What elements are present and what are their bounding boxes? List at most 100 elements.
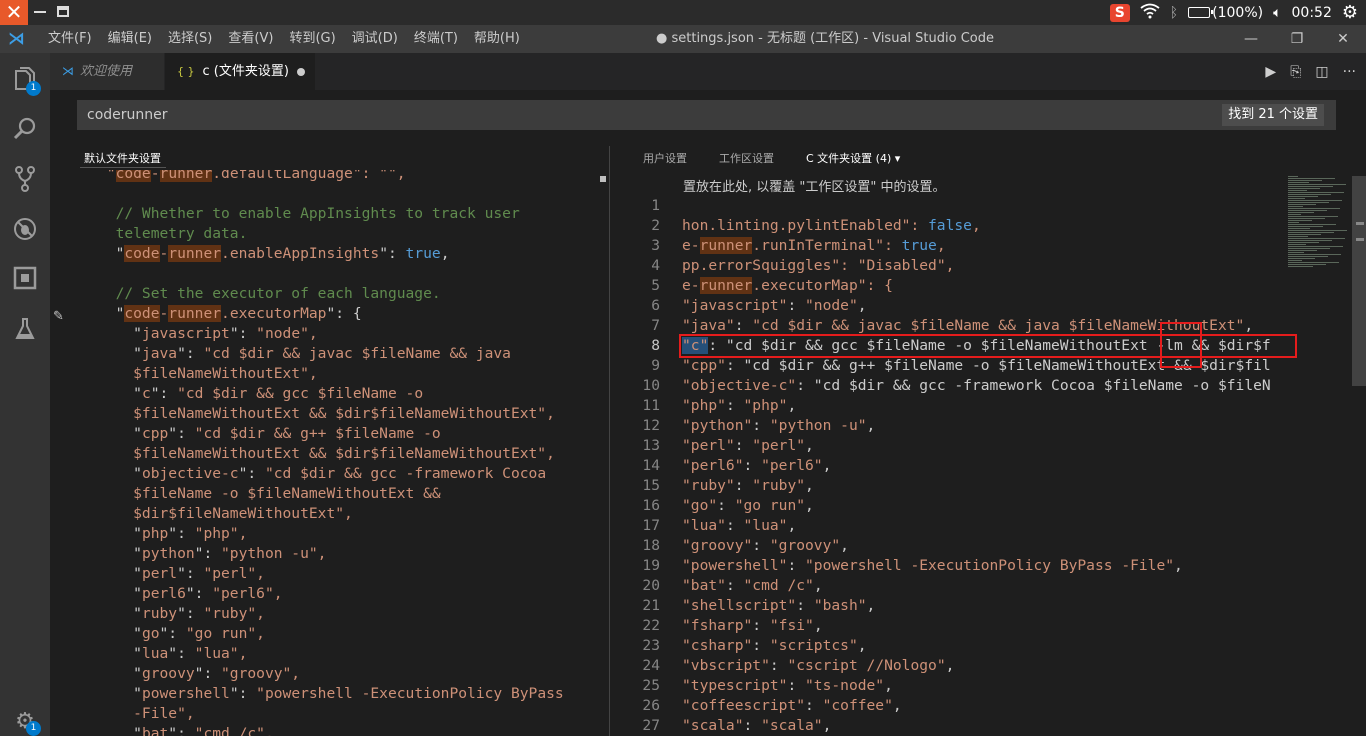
minimap-line xyxy=(1288,230,1347,231)
maximize-icon[interactable] xyxy=(57,6,69,17)
bluetooth-icon[interactable]: ᛒ xyxy=(1170,5,1178,21)
minimize-icon[interactable] xyxy=(34,11,46,13)
search-result-count: 找到 21 个设置 xyxy=(1222,104,1324,126)
minimap-line xyxy=(1288,252,1304,253)
minimap-line xyxy=(1288,264,1326,265)
minimap-line xyxy=(1288,262,1339,263)
restore-window-icon[interactable]: ❐ xyxy=(1274,25,1320,53)
tab-user-settings[interactable]: 用户设置 xyxy=(643,150,687,168)
system-bar: ✕ S ᛒ (100%) 🔈︎ 00:52 ⚙ xyxy=(0,0,1366,25)
minimap-line xyxy=(1288,222,1299,223)
default-settings-editor[interactable]: "code-runner.defaultLanguage": "", // Wh… xyxy=(51,170,607,736)
folder-settings-editor[interactable]: hon.linting.pylintEnabled": false, e-run… xyxy=(682,196,1284,736)
edit-pencil-icon[interactable]: ✎ xyxy=(53,309,64,324)
menu-debug[interactable]: 调试(D) xyxy=(344,25,406,53)
minimap-line xyxy=(1288,180,1322,181)
minimap-line xyxy=(1288,240,1332,241)
more-actions-icon[interactable]: ··· xyxy=(1343,64,1356,80)
clock[interactable]: 00:52 xyxy=(1292,5,1332,21)
settings-gear-icon[interactable]: ⚙ xyxy=(1342,2,1358,23)
minimap-line xyxy=(1288,192,1344,193)
menu-selection[interactable]: 选择(S) xyxy=(160,25,220,53)
minimap-line xyxy=(1288,204,1316,205)
system-tray: S ᛒ (100%) 🔈︎ 00:52 ⚙ xyxy=(1109,0,1366,25)
menu-file[interactable]: 文件(F) xyxy=(40,25,100,53)
minimap-line xyxy=(1288,228,1310,229)
left-scrollbar[interactable] xyxy=(600,176,606,182)
folder-settings-code: hon.linting.pylintEnabled": false, e-run… xyxy=(682,217,1271,734)
default-folder-settings-header: 默认文件夹设置 xyxy=(84,152,161,165)
menu-view[interactable]: 查看(V) xyxy=(220,25,281,53)
minimap-line xyxy=(1288,182,1309,183)
minimap-line xyxy=(1288,210,1327,211)
close-window-icon[interactable]: ✕ xyxy=(0,0,28,25)
vscode-logo-icon: ⋊ xyxy=(8,29,25,49)
minimap-line xyxy=(1288,196,1318,197)
menu-go[interactable]: 转到(G) xyxy=(281,25,343,53)
tab-folder-settings[interactable]: { } c (文件夹设置) xyxy=(165,53,315,90)
minimap-line xyxy=(1288,212,1314,213)
minimap-line xyxy=(1288,244,1306,245)
settings-badge: 1 xyxy=(26,721,41,736)
menu-edit[interactable]: 编辑(E) xyxy=(100,25,160,53)
menu-help[interactable]: 帮助(H) xyxy=(466,25,528,53)
pane-divider[interactable] xyxy=(609,146,610,736)
minimap-line xyxy=(1288,198,1305,199)
minimap-line xyxy=(1288,248,1330,249)
minimize-window-icon[interactable]: — xyxy=(1228,25,1274,53)
volume-icon[interactable]: 🔈︎ xyxy=(1273,5,1281,21)
sogou-input-icon[interactable]: S xyxy=(1109,3,1130,22)
minimap-line xyxy=(1288,256,1328,257)
window-controls: — ❐ ✕ xyxy=(1228,25,1366,53)
right-scrollbar[interactable] xyxy=(1352,176,1366,386)
close-window-button-icon[interactable]: ✕ xyxy=(1320,25,1366,53)
tab-folder-settings-scope[interactable]: C 文件夹设置 (4) ▾ xyxy=(806,150,900,168)
minimap-line xyxy=(1288,202,1329,203)
minimap-line xyxy=(1288,266,1313,267)
unsaved-dot-icon[interactable] xyxy=(296,67,305,76)
run-code-icon[interactable]: ▶ xyxy=(1265,64,1276,80)
minimap-line xyxy=(1288,260,1302,261)
explorer-badge: 1 xyxy=(26,81,41,96)
minimap-line xyxy=(1288,200,1342,201)
minimap-line xyxy=(1288,258,1315,259)
settings-search-box: 找到 21 个设置 xyxy=(77,100,1336,130)
menu-bar: 文件(F) 编辑(E) 选择(S) 查看(V) 转到(G) 调试(D) 终端(T… xyxy=(40,25,528,53)
menu-terminal[interactable]: 终端(T) xyxy=(406,25,466,53)
minimap-line xyxy=(1288,250,1317,251)
debug-icon[interactable] xyxy=(12,216,38,242)
tab-folder-settings-label: c (文件夹设置) xyxy=(202,64,289,79)
json-file-icon: { } xyxy=(177,65,195,78)
line-number-gutter: 1 2 3 4 5 6 7 8 9 10 11 12 13 14 15 16 1… xyxy=(620,196,660,736)
minimap-line xyxy=(1288,224,1336,225)
test-flask-icon[interactable] xyxy=(12,317,38,343)
open-settings-json-icon[interactable]: ⎘ xyxy=(1290,64,1301,80)
minimap-line xyxy=(1288,214,1301,215)
minimap-line xyxy=(1288,220,1312,221)
minimap-line xyxy=(1288,194,1331,195)
search-icon[interactable] xyxy=(12,116,38,142)
minimap-line xyxy=(1288,206,1303,207)
minimap-line xyxy=(1288,236,1308,237)
extensions-icon[interactable] xyxy=(12,266,38,292)
battery-text: (100%) xyxy=(1212,4,1264,21)
tab-workspace-settings[interactable]: 工作区设置 xyxy=(719,150,774,168)
folder-settings-description: 置放在此处, 以覆盖 "工作区设置" 中的设置。 xyxy=(683,180,946,195)
vscode-tab-icon: ⋊ xyxy=(62,64,74,78)
highlight-box-lm-flag xyxy=(1160,322,1202,368)
minimap[interactable] xyxy=(1288,176,1352,271)
minimap-line xyxy=(1288,208,1340,209)
minimap-line xyxy=(1288,188,1320,189)
minimap-line xyxy=(1288,242,1319,243)
default-settings-code: "code-runner.defaultLanguage": "", // Wh… xyxy=(98,170,564,736)
minimap-line xyxy=(1288,232,1334,233)
settings-search-input[interactable] xyxy=(87,100,987,130)
wifi-icon[interactable] xyxy=(1140,3,1160,23)
battery-icon[interactable]: (100%) xyxy=(1188,5,1263,21)
source-control-icon[interactable] xyxy=(12,166,38,192)
tab-bar: ⋊ 欢迎使用 { } c (文件夹设置) ▶ ⎘ ◫ ··· xyxy=(50,53,1366,90)
tab-welcome[interactable]: ⋊ 欢迎使用 xyxy=(50,53,164,90)
split-editor-icon[interactable]: ◫ xyxy=(1315,64,1328,80)
activity-bar: 1 ⚙ 1 xyxy=(0,53,50,736)
title-bar: ⋊ 文件(F) 编辑(E) 选择(S) 查看(V) 转到(G) 调试(D) 终端… xyxy=(0,25,1366,53)
